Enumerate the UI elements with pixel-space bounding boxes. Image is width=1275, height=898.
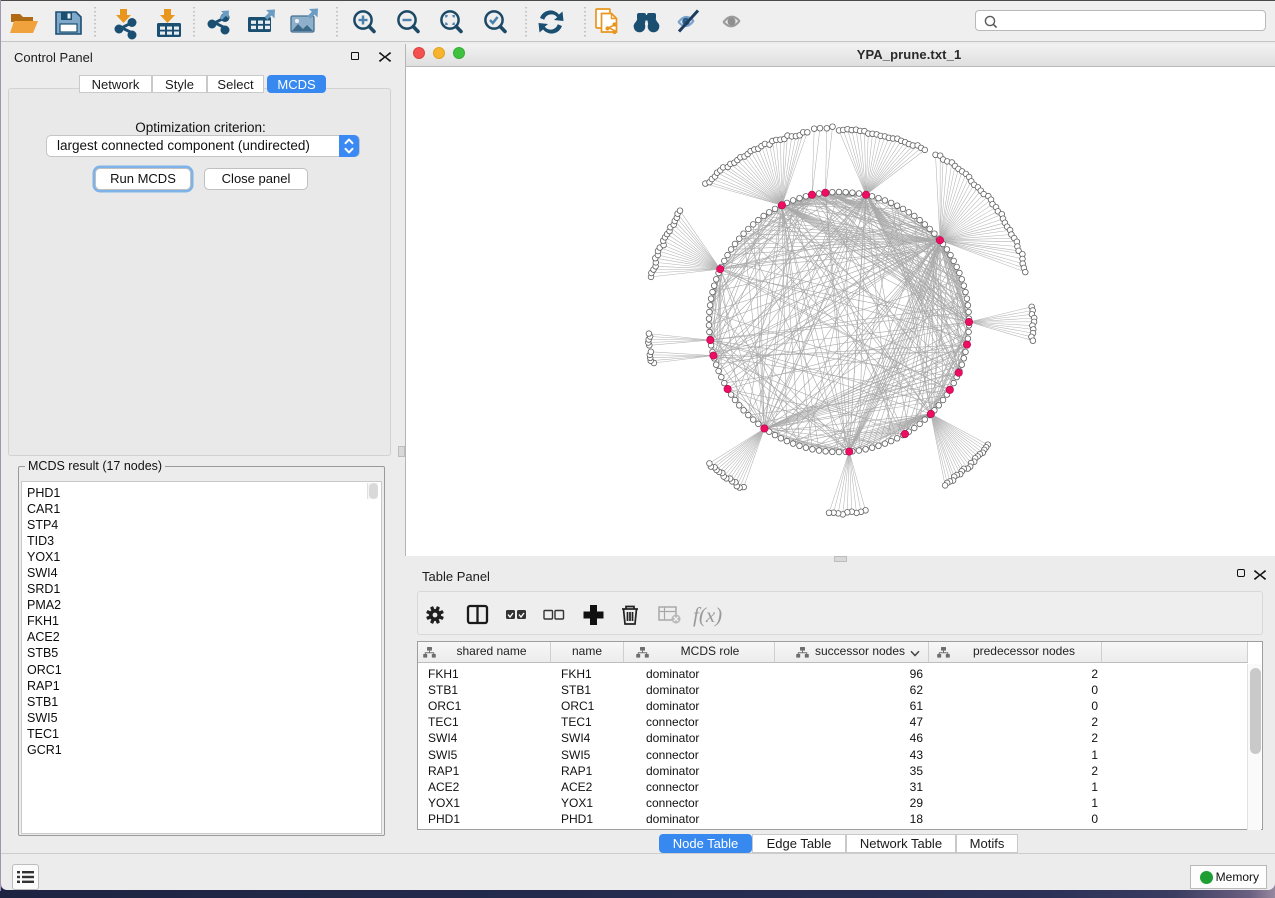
svg-text:f(x): f(x) [693, 603, 722, 627]
